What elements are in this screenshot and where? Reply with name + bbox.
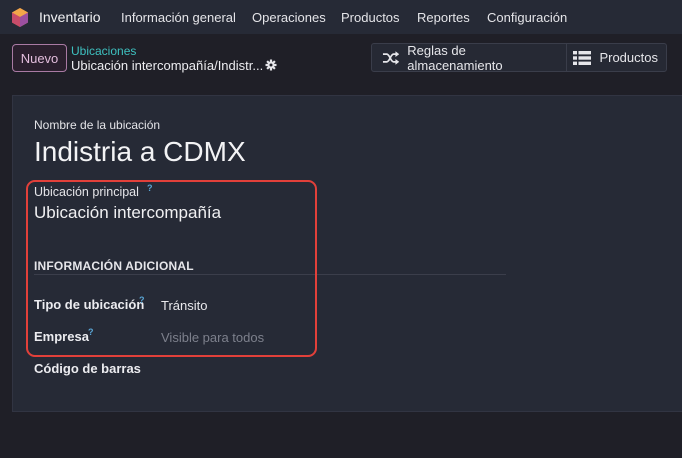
- section-title: INFORMACIÓN ADICIONAL: [34, 259, 194, 273]
- breadcrumb-parent-link[interactable]: Ubicaciones: [71, 44, 136, 58]
- parent-location-field[interactable]: Ubicación intercompañía: [34, 203, 221, 223]
- breadcrumb-current: Ubicación intercompañía/Indistr...: [71, 58, 264, 73]
- location-type-label: Tipo de ubicación: [34, 297, 145, 312]
- products-label: Productos: [599, 50, 658, 65]
- menu-operaciones[interactable]: Operaciones: [252, 10, 326, 25]
- location-name-label: Nombre de la ubicación: [34, 118, 161, 132]
- new-button[interactable]: Nuevo: [12, 44, 67, 72]
- menu-reportes[interactable]: Reportes: [417, 10, 470, 25]
- top-navbar: Inventario Información general Operacion…: [0, 0, 682, 34]
- company-help[interactable]: ?: [88, 327, 94, 337]
- gear-icon[interactable]: [265, 59, 277, 71]
- control-panel: Nuevo Ubicaciones Ubicación intercompañí…: [0, 34, 682, 83]
- location-name-field[interactable]: Indistria a CDMX: [34, 136, 246, 168]
- menu-productos[interactable]: Productos: [341, 10, 400, 25]
- products-button[interactable]: Productos: [567, 44, 666, 71]
- menu-informacion-general[interactable]: Información general: [121, 10, 236, 25]
- inventory-app-icon[interactable]: [11, 8, 29, 27]
- company-field[interactable]: Visible para todos: [161, 330, 264, 345]
- shuffle-icon: [382, 50, 400, 65]
- smart-buttons: Reglas de almacenamiento Productos: [371, 42, 667, 73]
- putaway-rules-label: Reglas de almacenamiento: [407, 42, 503, 73]
- menu-configuracion[interactable]: Configuración: [487, 10, 567, 25]
- barcode-label: Código de barras: [34, 361, 141, 376]
- company-label: Empresa: [34, 329, 89, 344]
- app-name[interactable]: Inventario: [39, 9, 100, 25]
- putaway-rules-button[interactable]: Reglas de almacenamiento: [372, 42, 568, 73]
- parent-location-label: Ubicación principal: [34, 185, 139, 199]
- section-divider: [34, 274, 506, 275]
- location-type-help[interactable]: ?: [139, 295, 145, 305]
- parent-location-help[interactable]: ?: [147, 183, 153, 193]
- list-icon: [573, 50, 592, 65]
- location-type-field[interactable]: Tránsito: [161, 298, 207, 313]
